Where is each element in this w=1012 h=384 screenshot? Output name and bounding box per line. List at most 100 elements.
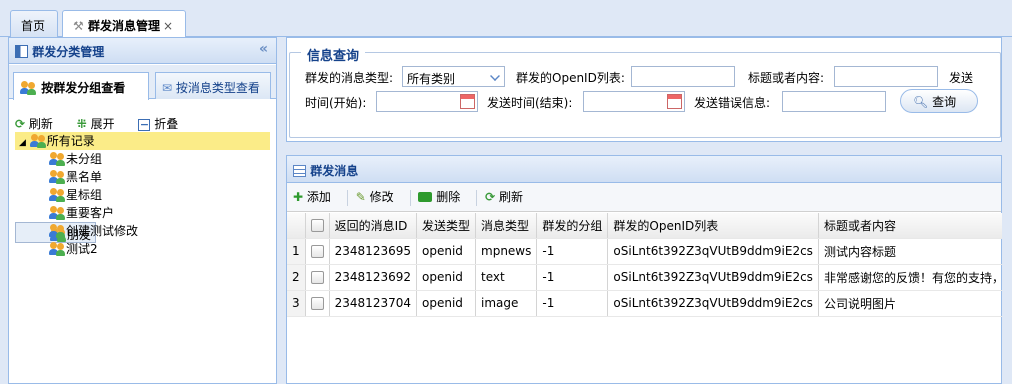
table-row[interactable]: 2 2348123692 openid text -1 oSiLnt6t392Z3qVUt… [287,264,1010,291]
table-cell: image [475,290,538,317]
table-row[interactable]: 3 2348123704 openid image -1 oSiLnt6t392Z3qVU… [287,290,1010,317]
collapse-icon: − [138,118,151,131]
openid-input[interactable] [631,66,735,87]
mail-icon: ✉ [162,81,173,95]
panel-icon [15,45,28,58]
column-header[interactable]: 群发的分组 [536,213,609,239]
tree-node-label: 测试2 [66,242,98,256]
tree-collapse-label: 折叠 [154,117,179,131]
table-cell: 2348123695 [329,238,418,265]
table-cell: openid [416,238,477,265]
row-number: 3 [287,290,306,317]
group-icon [49,188,65,202]
send-time-start-input[interactable] [376,91,478,112]
send-time-end-input[interactable] [583,91,685,112]
table-cell: oSiLnt6t392Z3qVUtB9ddm9iE2cs [607,290,819,317]
tree-root[interactable]: ◢ 所有记录 [15,132,270,150]
send-time-start-label-a: 发送 [949,71,974,85]
table-cell: 测试内容标题 [818,238,1010,265]
table-row[interactable]: 1 2348123695 openid mpnews -1 oSiLnt6t392Z3qV… [287,238,1010,265]
msg-type-select[interactable]: 所有类别 [402,66,505,87]
title-content-input[interactable] [834,66,938,87]
grid-refresh-label: 刷新 [499,190,524,204]
tree-expand-button[interactable]: ⁜ 展开 [77,105,125,132]
view-subtabs: 按群发分组查看 ✉ 按消息类型查看 [9,65,276,100]
edit-button[interactable]: ✎ 修改 [356,188,402,205]
error-info-input[interactable] [782,91,886,112]
tools-icon: ⚒ [73,19,84,33]
plus-icon: ✚ [293,190,304,204]
chevron-down-icon [490,71,500,81]
grid-refresh-button[interactable]: ⟳ 刷新 [485,188,531,205]
tree-node-label: 星标组 [66,188,103,202]
send-time-end-label: 发送时间(结束): [487,96,573,110]
row-select-cell[interactable] [305,290,330,317]
tab-by-group[interactable]: 按群发分组查看 [13,72,149,100]
table-header-row: 返回的消息ID 发送类型 消息类型 群发的分组 群发的OpenID列表 标题或者… [287,213,1010,239]
table-cell: -1 [536,290,609,317]
group-icon [20,81,36,95]
title-content-label: 标题或者内容: [748,71,825,85]
expand-icon: ⁜ [76,117,87,131]
splitter[interactable] [277,37,286,384]
search-icon: 🔍︎ [913,95,929,109]
triangle-down-icon[interactable]: ◢ [19,138,26,148]
refresh-icon: ⟳ [485,190,496,204]
tree-root-label: 所有记录 [46,134,95,148]
group-icon [49,242,65,256]
refresh-icon: ⟳ [15,117,26,131]
tree-collapse-button[interactable]: − 折叠 [138,105,188,132]
column-header[interactable]: 返回的消息ID [329,213,418,239]
column-header[interactable]: 消息类型 [475,213,538,239]
table-cell: -1 [536,264,609,291]
column-header[interactable]: 发送类型 [416,213,477,239]
column-header[interactable]: 群发的OpenID列表 [607,213,819,239]
search-button-label: 查询 [932,95,957,109]
row-select-cell[interactable] [305,238,330,265]
tree-node[interactable]: 测试2 [15,240,270,258]
tab-by-type-label: 按消息类型查看 [175,81,260,95]
add-button[interactable]: ✚ 添加 [293,188,339,205]
toolbar-divider [346,189,348,206]
table-cell: 公司说明图片 [818,290,1010,317]
search-button[interactable]: 🔍︎ 查询 [900,89,978,113]
group-icon [49,170,65,184]
row-select-cell[interactable] [305,264,330,291]
select-all-checkbox[interactable] [310,219,324,233]
row-number-header [287,213,306,239]
row-checkbox[interactable] [310,297,324,310]
column-header[interactable]: 标题或者内容 [818,213,1010,239]
msg-type-value: 所有类别 [407,72,456,86]
tab-mass-message[interactable]: ⚒ 群发消息管理 × [62,10,186,39]
row-checkbox[interactable] [310,271,324,284]
table-cell: 2348123704 [329,290,418,317]
tab-mass-message-label: 群发消息管理 [87,19,160,33]
table-cell: text [475,264,538,291]
select-all-header[interactable] [305,213,330,239]
tab-by-type[interactable]: ✉ 按消息类型查看 [155,72,271,99]
delete-label: 删除 [436,190,461,204]
grid-header: 群发消息 [287,156,1001,183]
row-checkbox[interactable] [310,245,324,258]
close-icon[interactable]: × [163,19,173,33]
delete-button[interactable]: 删除 [418,188,468,205]
tree-node-label: 重要客户 [66,206,115,220]
calendar-icon[interactable] [460,94,475,109]
tree-node[interactable]: 重要客户 [15,204,270,222]
toolbar-divider [409,189,411,206]
grid-toolbar: ✚ 添加 ✎ 修改 删除 ⟳ 刷新 [287,183,1001,212]
add-label: 添加 [306,190,331,204]
calendar-icon[interactable] [667,94,682,109]
tree-refresh-button[interactable]: ⟳ 刷新 [15,105,63,132]
collapse-panel-icon[interactable]: « [259,41,268,57]
error-info-label: 发送错误信息: [694,96,771,110]
table-cell: openid [416,264,477,291]
tree-node[interactable]: 创建测试修改 [15,222,270,240]
table-cell: -1 [536,238,609,265]
tree-node[interactable]: 黑名单 [15,168,270,186]
tree-node[interactable]: 星标组 [15,186,270,204]
table-cell: oSiLnt6t392Z3qVUtB9ddm9iE2cs [607,264,819,291]
tree-node[interactable]: 未分组 [15,150,270,168]
tab-home[interactable]: 首页 [10,10,58,38]
msg-type-label: 群发的消息类型: [305,71,394,85]
